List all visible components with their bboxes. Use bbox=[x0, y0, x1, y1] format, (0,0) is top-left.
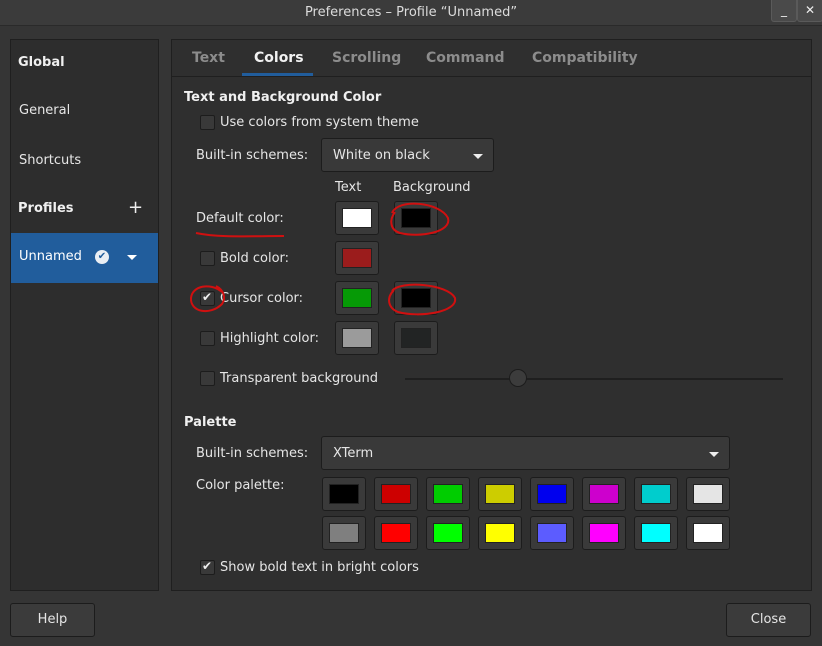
builtin-schemes-label: Built-in schemes: bbox=[196, 148, 309, 163]
palette-schemes-dropdown[interactable]: XTerm bbox=[321, 436, 730, 470]
swatch-fill bbox=[342, 248, 372, 268]
sidebar-item-shortcuts[interactable]: Shortcuts bbox=[19, 153, 81, 168]
color-palette-label: Color palette: bbox=[196, 478, 285, 493]
palette-row1-color-6[interactable] bbox=[582, 477, 626, 511]
transparency-slider-handle[interactable] bbox=[509, 369, 527, 387]
swatch-fill bbox=[589, 484, 619, 504]
palette-row1-color-4[interactable] bbox=[478, 477, 522, 511]
section-heading-palette: Palette bbox=[184, 415, 237, 430]
palette-row2-color-6[interactable] bbox=[582, 516, 626, 550]
swatch-fill bbox=[329, 484, 359, 504]
swatch-fill bbox=[641, 484, 671, 504]
palette-row1-color-5[interactable] bbox=[530, 477, 574, 511]
sidebar: Global General Shortcuts Profiles + Unna… bbox=[10, 39, 159, 591]
swatch-fill bbox=[693, 484, 723, 504]
section-heading-text-bg: Text and Background Color bbox=[184, 90, 382, 105]
active-tab-indicator bbox=[242, 73, 313, 76]
sidebar-item-profile-unnamed[interactable]: Unnamed ✔ bbox=[11, 233, 158, 283]
chevron-down-icon bbox=[709, 452, 719, 457]
highlight-text-color-button[interactable] bbox=[335, 321, 379, 355]
highlight-color-label: Highlight color: bbox=[220, 331, 319, 346]
tab-bar: Text Colors Scrolling Command Compatibil… bbox=[172, 40, 811, 77]
default-color-label: Default color: bbox=[196, 211, 284, 226]
swatch-fill bbox=[342, 288, 372, 308]
palette-row1-color-3[interactable] bbox=[426, 477, 470, 511]
column-header-text: Text bbox=[335, 180, 362, 195]
cursor-color-checkbox[interactable] bbox=[200, 290, 215, 306]
title-bar: Preferences – Profile “Unnamed” _ ✕ bbox=[0, 0, 822, 26]
swatch-fill bbox=[641, 523, 671, 543]
default-profile-check-icon: ✔ bbox=[95, 250, 109, 264]
minimize-button[interactable]: _ bbox=[771, 0, 797, 22]
bold-bright-checkbox[interactable] bbox=[200, 559, 215, 575]
swatch-fill bbox=[401, 208, 431, 228]
palette-row2-color-3[interactable] bbox=[426, 516, 470, 550]
palette-builtin-schemes-label: Built-in schemes: bbox=[196, 446, 309, 461]
palette-row2-color-8[interactable] bbox=[686, 516, 730, 550]
tab-compatibility[interactable]: Compatibility bbox=[532, 50, 638, 66]
swatch-fill bbox=[381, 484, 411, 504]
tab-colors[interactable]: Colors bbox=[254, 50, 304, 66]
close-window-button[interactable]: ✕ bbox=[797, 0, 822, 22]
swatch-fill bbox=[485, 523, 515, 543]
highlight-background-color-button[interactable] bbox=[394, 321, 438, 355]
palette-row1-color-7[interactable] bbox=[634, 477, 678, 511]
default-text-color-button[interactable] bbox=[335, 201, 379, 235]
default-background-color-button[interactable] bbox=[394, 201, 438, 235]
palette-row1-color-1[interactable] bbox=[322, 477, 366, 511]
swatch-fill bbox=[433, 484, 463, 504]
palette-row2-color-5[interactable] bbox=[530, 516, 574, 550]
help-button[interactable]: Help bbox=[10, 603, 95, 637]
profile-name: Unnamed bbox=[19, 249, 82, 264]
cursor-color-label: Cursor color: bbox=[220, 291, 304, 306]
palette-row2-color-2[interactable] bbox=[374, 516, 418, 550]
swatch-fill bbox=[537, 484, 567, 504]
window-title: Preferences – Profile “Unnamed” bbox=[304, 5, 518, 20]
palette-row2-color-4[interactable] bbox=[478, 516, 522, 550]
tab-scrolling[interactable]: Scrolling bbox=[332, 50, 401, 66]
chevron-down-icon bbox=[473, 154, 483, 159]
cursor-text-color-button[interactable] bbox=[335, 281, 379, 315]
swatch-fill bbox=[485, 484, 515, 504]
tab-command[interactable]: Command bbox=[426, 50, 505, 66]
bold-color-label: Bold color: bbox=[220, 251, 290, 266]
builtin-schemes-value: White on black bbox=[333, 148, 430, 163]
column-header-background: Background bbox=[393, 180, 471, 195]
sidebar-heading-global: Global bbox=[18, 55, 65, 70]
swatch-fill bbox=[537, 523, 567, 543]
swatch-fill bbox=[693, 523, 723, 543]
builtin-schemes-dropdown[interactable]: White on black bbox=[321, 138, 494, 172]
transparency-slider-track[interactable] bbox=[405, 378, 783, 380]
highlight-color-checkbox[interactable] bbox=[200, 331, 215, 346]
add-profile-icon[interactable]: + bbox=[128, 198, 143, 218]
palette-schemes-value: XTerm bbox=[333, 446, 374, 461]
bold-color-checkbox[interactable] bbox=[200, 251, 215, 266]
swatch-fill bbox=[401, 288, 431, 308]
profile-menu-chevron-down-icon[interactable] bbox=[127, 255, 137, 260]
tab-text[interactable]: Text bbox=[192, 50, 225, 66]
swatch-fill bbox=[433, 523, 463, 543]
use-system-colors-checkbox[interactable] bbox=[200, 115, 215, 130]
transparent-background-label: Transparent background bbox=[220, 371, 378, 386]
swatch-fill bbox=[329, 523, 359, 543]
swatch-fill bbox=[342, 328, 372, 348]
swatch-fill bbox=[342, 208, 372, 228]
bold-bright-label: Show bold text in bright colors bbox=[220, 560, 419, 575]
bold-text-color-button[interactable] bbox=[335, 241, 379, 275]
close-button[interactable]: Close bbox=[726, 603, 811, 637]
palette-row1-color-2[interactable] bbox=[374, 477, 418, 511]
swatch-fill bbox=[381, 523, 411, 543]
palette-row2-color-7[interactable] bbox=[634, 516, 678, 550]
swatch-fill bbox=[589, 523, 619, 543]
sidebar-item-general[interactable]: General bbox=[19, 103, 70, 118]
swatch-fill bbox=[401, 328, 431, 348]
sidebar-heading-profiles: Profiles bbox=[18, 201, 74, 216]
palette-row2-color-1[interactable] bbox=[322, 516, 366, 550]
palette-row1-color-8[interactable] bbox=[686, 477, 730, 511]
transparent-background-checkbox[interactable] bbox=[200, 371, 215, 386]
use-system-colors-label: Use colors from system theme bbox=[220, 115, 419, 130]
cursor-background-color-button[interactable] bbox=[394, 281, 438, 315]
